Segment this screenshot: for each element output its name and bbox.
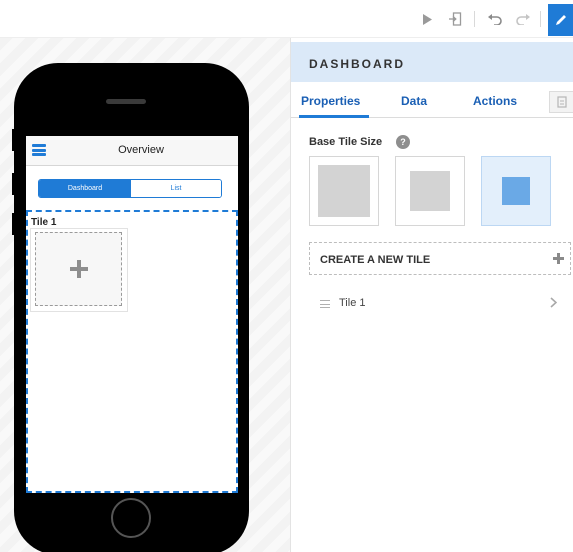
- run-icon[interactable]: [418, 10, 436, 28]
- preview-header: Overview: [26, 136, 238, 166]
- phone-side-button: [12, 129, 16, 151]
- plus-icon: [69, 260, 88, 278]
- tab-properties[interactable]: Properties: [301, 94, 360, 108]
- tile-size-large[interactable]: [309, 156, 379, 226]
- tile-placeholder[interactable]: [35, 232, 122, 306]
- phone-side-button: [12, 173, 16, 195]
- undo-icon[interactable]: [486, 10, 504, 28]
- phone-side-button: [12, 213, 16, 235]
- properties-panel: DASHBOARD Properties Data Actions Base T…: [290, 38, 573, 552]
- toolbar-divider: [540, 11, 541, 27]
- top-toolbar: [0, 0, 573, 38]
- tile-label: Tile 1: [31, 217, 57, 228]
- base-tile-size-label: Base Tile Size: [309, 136, 383, 148]
- tab-actions[interactable]: Actions: [473, 94, 517, 108]
- create-new-tile-label: CREATE A NEW TILE: [320, 254, 431, 266]
- tile-size-small-swatch: [502, 177, 530, 205]
- export-icon[interactable]: [446, 10, 464, 28]
- tile-list-item-label: Tile 1: [339, 297, 366, 309]
- hamburger-menu-icon[interactable]: [32, 144, 46, 156]
- help-icon[interactable]: ?: [396, 135, 410, 149]
- edit-button[interactable]: [548, 4, 573, 36]
- tile-size-medium[interactable]: [395, 156, 465, 226]
- chevron-right-icon: [550, 296, 558, 311]
- pencil-icon: [555, 15, 566, 25]
- tile-size-large-swatch: [318, 165, 370, 217]
- tab-data[interactable]: Data: [401, 94, 427, 108]
- drag-handle-icon[interactable]: [320, 300, 330, 308]
- phone-speaker: [106, 99, 146, 104]
- toolbar-divider: [474, 11, 475, 27]
- tile-size-medium-swatch: [410, 171, 450, 211]
- panel-header: DASHBOARD: [291, 42, 573, 82]
- panel-title: DASHBOARD: [309, 57, 405, 71]
- plus-icon: [553, 251, 564, 269]
- segment-dashboard[interactable]: Dashboard: [39, 180, 131, 197]
- create-new-tile-button[interactable]: CREATE A NEW TILE: [309, 242, 571, 275]
- phone-home-button: [111, 498, 151, 538]
- segment-list[interactable]: List: [131, 180, 221, 197]
- overflow-icon: [557, 96, 567, 108]
- segmented-control: Dashboard List: [38, 179, 222, 198]
- panel-tabs: Properties Data Actions: [291, 82, 573, 118]
- app-root: Overview Dashboard List Tile 1 DASHBOARD…: [0, 0, 573, 552]
- tab-overflow-button[interactable]: [549, 91, 573, 113]
- redo-icon[interactable]: [514, 10, 532, 28]
- dashboard-area[interactable]: Tile 1: [26, 210, 238, 493]
- phone-screen: Overview Dashboard List Tile 1: [26, 136, 238, 493]
- tile-list-item[interactable]: Tile 1: [309, 290, 571, 320]
- tile-size-small[interactable]: [481, 156, 551, 226]
- preview-title: Overview: [118, 144, 164, 156]
- active-tab-indicator: [299, 115, 369, 118]
